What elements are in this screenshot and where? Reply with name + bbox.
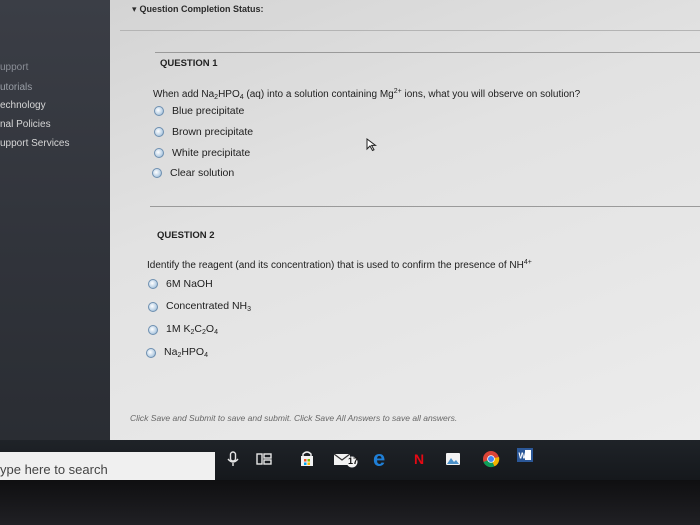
save-instructions: Click Save and Submit to save and submit… [130,413,458,423]
monitor-bezel [0,480,700,525]
question-2-title: QUESTION 2 [157,230,215,241]
expand-bullet-icon: ▾ [132,4,137,14]
netflix-icon[interactable]: N [414,451,424,467]
search-placeholder: ype here to search [0,462,108,477]
divider [120,30,700,31]
chrome-icon[interactable] [482,450,500,468]
question-1-title: QUESTION 1 [160,58,218,69]
question-2-divider [150,206,700,207]
mail-badge-count: 17 [347,456,358,466]
q1-option-clear[interactable]: Clear solution [152,167,234,179]
svg-text:W: W [519,452,527,461]
microphone-icon[interactable] [224,450,242,468]
sidebar-item-support-services[interactable]: upport Services [0,138,69,149]
q1-option-brown[interactable]: Brown precipitate [154,126,253,138]
photos-icon[interactable] [444,450,462,468]
radio-button[interactable] [146,347,156,358]
sidebar-item-support[interactable]: upport [0,62,28,73]
sidebar-item-policies[interactable]: nal Policies [0,119,51,130]
q2-option-k2c2o4[interactable]: 1M K2C2O4 [148,323,218,336]
question-1-text: When add Na2HPO4 (aq) into a solution co… [153,88,581,101]
radio-button[interactable] [154,127,164,137]
radio-button[interactable] [148,279,158,289]
radio-button[interactable] [148,301,158,312]
word-icon[interactable]: W [516,446,534,464]
q2-option-na2hpo4[interactable]: Na2HPO4 [146,346,208,359]
sidebar-item-technology[interactable]: echnology [0,100,46,111]
sidebar-item-tutorials[interactable]: utorials [0,82,32,93]
mouse-cursor-icon [366,138,377,152]
sidebar: upport utorials echnology nal Policies u… [0,0,110,440]
q2-option-nh3[interactable]: Concentrated NH3 [148,300,251,313]
store-icon[interactable] [298,450,316,468]
radio-button[interactable] [148,324,158,335]
task-view-icon[interactable] [255,450,273,468]
edge-icon[interactable]: e [373,446,385,472]
question-1-divider [155,52,700,53]
q2-option-naoh[interactable]: 6M NaOH [148,278,213,290]
completion-status[interactable]: ▾ Question Completion Status: [132,4,264,15]
radio-button[interactable] [152,168,162,178]
question-2-text: Identify the reagent (and its concentrat… [147,259,532,271]
q1-option-blue[interactable]: Blue precipitate [154,105,244,117]
radio-button[interactable] [154,106,164,116]
screen: upport utorials echnology nal Policies u… [0,0,700,470]
radio-button[interactable] [154,148,164,158]
q1-option-white[interactable]: White precipitate [154,147,250,159]
